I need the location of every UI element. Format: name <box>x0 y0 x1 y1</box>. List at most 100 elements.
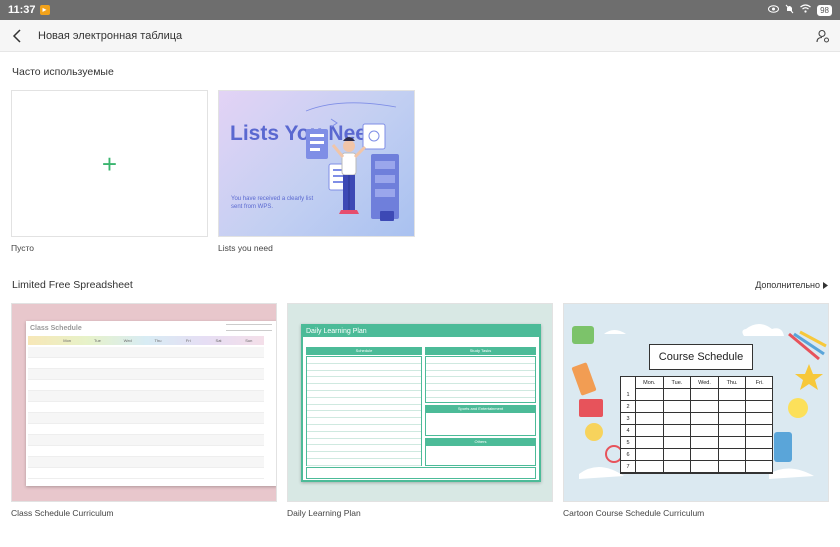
grid-cell <box>635 425 663 436</box>
period-row: 3 <box>621 413 773 425</box>
user-settings-icon <box>816 29 829 42</box>
weekday-cell: Wed. <box>690 377 718 388</box>
table-row <box>28 413 264 424</box>
grid-cell <box>662 437 691 448</box>
mute-icon <box>785 4 794 17</box>
person-checklist-illustration <box>305 102 399 221</box>
more-label: Дополнительно <box>755 280 820 290</box>
grid-cell <box>635 389 663 400</box>
daily-plan-thumbnail: Daily Learning Plan Schedule Study Tasks… <box>287 303 553 502</box>
study-tasks-header: Study Tasks <box>425 347 536 355</box>
period-row: 1 <box>621 389 773 401</box>
day-cell-spacer <box>28 336 52 345</box>
period-row: 6 <box>621 449 773 461</box>
grid-cell <box>745 425 773 436</box>
plan-line <box>307 452 421 459</box>
sports-box <box>425 412 536 436</box>
notes-box <box>306 467 536 479</box>
day-cell: Sun <box>245 338 253 343</box>
table-row <box>28 380 264 391</box>
class-schedule-thumbnail: Class Schedule Mon Tue Wed Thu Fri Sat Sun <box>11 303 277 502</box>
grid-cell <box>717 413 746 424</box>
table-row <box>28 347 264 358</box>
template-label: Daily Learning Plan <box>287 508 361 518</box>
grid-cell <box>745 461 773 472</box>
sheet-preview: Daily Learning Plan Schedule Study Tasks… <box>301 324 541 482</box>
plan-line <box>307 371 421 378</box>
template-lists-you-need[interactable]: Lists You Need You have received a clear… <box>218 90 415 255</box>
plus-icon: + <box>101 148 118 179</box>
back-button[interactable] <box>0 20 34 52</box>
grid-cell <box>717 449 746 460</box>
others-box <box>425 445 536 466</box>
template-label: Lists you need <box>218 243 273 253</box>
table-row <box>28 424 264 435</box>
grid-cell <box>635 437 663 448</box>
thumb-title: Daily Learning Plan <box>303 326 539 337</box>
day-cell: Thu <box>154 338 162 343</box>
grid-cell <box>745 389 773 400</box>
grid-cell <box>662 401 691 412</box>
plan-line <box>307 425 421 432</box>
sports-header: Sports and Entertainment <box>425 405 536 412</box>
grid-cell <box>662 449 691 460</box>
table-row <box>28 391 264 402</box>
frequent-section-title: Часто используемые <box>12 66 114 78</box>
others-header: Others <box>425 438 536 445</box>
triangle-right-icon <box>823 281 828 289</box>
plan-line <box>307 405 421 412</box>
plan-line <box>307 459 421 466</box>
template-label: Cartoon Course Schedule Curriculum <box>563 508 705 518</box>
plan-line <box>426 371 535 378</box>
lists-thumbnail: Lists You Need You have received a clear… <box>218 90 415 237</box>
plan-line <box>307 377 421 385</box>
template-label: Class Schedule Curriculum <box>11 508 114 518</box>
more-link[interactable]: Дополнительно <box>755 280 828 290</box>
period-row: 7 <box>621 461 773 473</box>
grid-cell <box>717 437 746 448</box>
grid-cell <box>717 461 746 472</box>
status-bar: 11:37 ▸ 98 <box>0 0 840 20</box>
day-cell: Fri <box>185 338 191 343</box>
grid-cell <box>690 449 718 460</box>
plan-line <box>307 439 421 446</box>
template-daily-learning-plan[interactable]: Daily Learning Plan Schedule Study Tasks… <box>287 303 553 521</box>
weekday-cell: Tue. <box>662 377 691 388</box>
period-rows: 1 2 3 4 5 6 7 <box>621 389 773 474</box>
status-time: 11:37 <box>8 4 36 16</box>
cartoon-schedule-thumbnail: Course Schedule Mon. Tue. Wed. Thu. Fri. 1 2 3… <box>563 303 829 502</box>
blank-thumbnail: + <box>11 90 208 237</box>
table-row <box>28 435 264 446</box>
plan-line <box>307 384 421 391</box>
account-button[interactable] <box>806 20 840 52</box>
plan-line <box>307 432 421 439</box>
grid-cell <box>635 449 663 460</box>
plan-line <box>426 384 535 391</box>
plan-line <box>307 398 421 405</box>
grid-cell <box>690 401 718 412</box>
plan-line <box>307 391 421 398</box>
battery-level: 98 <box>817 4 832 16</box>
grid-cell <box>635 461 663 472</box>
grid-cell <box>717 401 746 412</box>
schedule-column <box>306 356 422 466</box>
grid-cell <box>717 389 746 400</box>
template-blank[interactable]: + Пусто <box>11 90 208 255</box>
table-row <box>28 468 264 479</box>
sheet-preview: Class Schedule Mon Tue Wed Thu Fri Sat Sun <box>26 321 276 486</box>
weekday-cell: Mon. <box>635 377 663 388</box>
header-cells <box>226 324 272 331</box>
study-tasks-column <box>425 356 536 403</box>
period-number: 7 <box>626 464 630 470</box>
grid-cell <box>690 389 718 400</box>
period-number: 4 <box>626 428 630 434</box>
template-class-schedule[interactable]: Class Schedule Mon Tue Wed Thu Fri Sat Sun Cla… <box>11 303 277 521</box>
template-label: Пусто <box>11 243 35 253</box>
day-cell: Sat <box>215 338 222 343</box>
grid-cell <box>745 413 773 424</box>
grid-cell <box>745 437 773 448</box>
plan-line <box>426 377 535 385</box>
template-cartoon-course-schedule[interactable]: Course Schedule Mon. Tue. Wed. Thu. Fri. 1 2 3… <box>563 303 829 521</box>
period-row: 4 <box>621 425 773 437</box>
period-number: 2 <box>626 404 630 410</box>
